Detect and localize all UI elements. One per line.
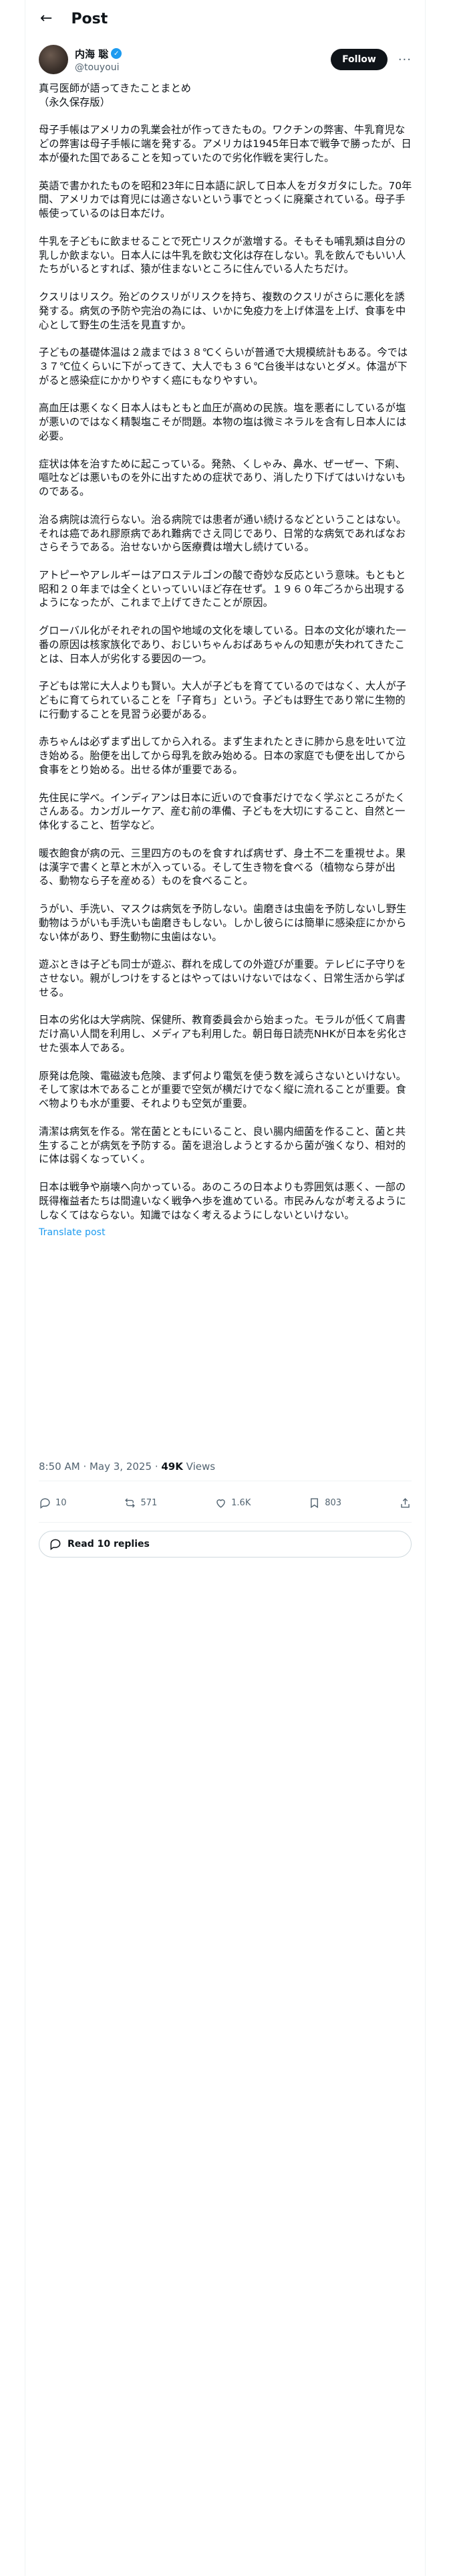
heart-icon bbox=[216, 1499, 225, 1508]
more-options-icon[interactable]: ··· bbox=[398, 53, 412, 67]
share-icon bbox=[401, 1497, 410, 1508]
post-paragraph: 日本は戦争や崩壊へ向かっている。あのころの日本よりも雰囲気は悪く、一部の既得権益… bbox=[39, 1180, 406, 1221]
reply-count: 10 bbox=[55, 1497, 67, 1508]
post-time[interactable]: 8:50 AM bbox=[39, 1461, 80, 1473]
divider bbox=[39, 1522, 412, 1523]
author-row: 内海 聡 ✓ @touyoui Follow ··· bbox=[39, 43, 412, 76]
verified-badge-icon: ✓ bbox=[111, 48, 122, 59]
post-paragraph: グローバル化がそれぞれの国や地域の文化を壊している。日本の文化が壊れた一番の原因… bbox=[39, 625, 406, 665]
page-title: Post bbox=[71, 10, 108, 27]
meta-separator: · bbox=[83, 1461, 90, 1473]
post-paragraph: 子どもの基礎体温は２歳までは３８℃くらいが普通で大規模統計もある。今では３７℃位… bbox=[39, 346, 408, 387]
back-arrow-icon[interactable]: ← bbox=[40, 11, 52, 26]
repost-icon bbox=[125, 1498, 136, 1507]
post-paragraph: 先住民に学べ。インディアンは日本に近いので食事だけでなく学ぶところがたくさんある… bbox=[39, 791, 406, 832]
post-date[interactable]: May 3, 2025 bbox=[90, 1461, 152, 1473]
post-paragraph: 症状は体を治すために起こっている。発熱、くしゃみ、鼻水、ぜーぜー、下痢、嘔吐など… bbox=[39, 457, 406, 498]
bookmark-button[interactable]: 803 bbox=[308, 1497, 341, 1509]
main-column: ← Post 内海 聡 ✓ @touyoui Follow ··· 真弓医師が語… bbox=[25, 0, 426, 2576]
post-paragraph: 清潔は病気を作る。常在菌とともにいること、良い腸内細菌を作ること、菌と共生するこ… bbox=[39, 1125, 406, 1166]
views-count: 49K bbox=[161, 1461, 183, 1473]
meta-separator: · bbox=[154, 1461, 162, 1473]
repost-count: 571 bbox=[140, 1497, 158, 1508]
action-bar: 10 571 1.6K 803 bbox=[39, 1488, 412, 1517]
post-paragraph: 高血圧は悪くなく日本人はもともと血圧が高めの民族。塩を悪者にしているが塩が悪いの… bbox=[39, 402, 407, 442]
read-replies-button[interactable]: Read 10 replies bbox=[39, 1531, 412, 1558]
author-display-name[interactable]: 内海 聡 ✓ bbox=[75, 47, 331, 61]
post-meta: 8:50 AM · May 3, 2025 · 49K Views bbox=[39, 1461, 215, 1473]
views-label: Views bbox=[186, 1461, 216, 1473]
post-paragraph: うがい、手洗い、マスクは病気を予防しない。歯磨きは虫歯を予防しないし野生動物はう… bbox=[39, 903, 407, 943]
post-paragraph: 遊ぶときは子ども同士が遊ぶ、群れを成しての外遊びが重要。テレビに子守りをさせない… bbox=[39, 958, 406, 998]
post-paragraph: 原発は危険、電磁波も危険、まず何より電気を使う数を減らさないといけない。そして家… bbox=[39, 1069, 407, 1110]
post-paragraph: 真弓医師が語ってきたことまとめ （永久保存版） bbox=[39, 82, 192, 108]
like-button[interactable]: 1.6K bbox=[214, 1497, 251, 1509]
post-text: 真弓医師が語ってきたことまとめ （永久保存版） 母子手帳はアメリカの乳業会社が作っ… bbox=[39, 82, 413, 1240]
author-name-text: 内海 聡 bbox=[75, 47, 109, 60]
post-paragraph: アトピーやアレルギーはアロステルゴンの酸で奇妙な反応という意味。もともと昭和２０… bbox=[39, 568, 406, 609]
post-paragraph: 治る病院は流行らない。治る病院では患者が通い続けるなどということはない。それは癌… bbox=[39, 513, 407, 554]
avatar[interactable] bbox=[39, 45, 68, 74]
page: ← Post 内海 聡 ✓ @touyoui Follow ··· 真弓医師が語… bbox=[0, 0, 451, 2576]
author-handle[interactable]: @touyoui bbox=[75, 62, 331, 73]
author-names: 内海 聡 ✓ @touyoui bbox=[75, 47, 331, 73]
like-count: 1.6K bbox=[231, 1497, 251, 1508]
post-paragraph: 子どもは常に大人よりも賢い。大人が子どもを育てているのではなく、大人が子どもに育… bbox=[39, 680, 407, 720]
read-replies-label: Read 10 replies bbox=[67, 1539, 150, 1549]
post-paragraph: 赤ちゃんは必ずまず出してから入れる。まず生まれたときに肺から息を吐いて泣き始める… bbox=[39, 736, 406, 776]
reply-icon bbox=[40, 1497, 50, 1509]
chat-bubble-icon bbox=[50, 1539, 61, 1550]
post-paragraph: クスリはリスク。殆どのクスリがリスクを持ち、複数のクスリがさらに悪化を誘発する。… bbox=[39, 290, 406, 331]
header-bar: ← Post bbox=[25, 0, 425, 37]
post-paragraph: 母子手帳はアメリカの乳業会社が作ってきたもの。ワクチンの弊害、牛乳育児などの弊害… bbox=[39, 124, 412, 164]
follow-button[interactable]: Follow bbox=[331, 49, 388, 70]
repost-button[interactable]: 571 bbox=[124, 1497, 157, 1509]
bookmark-icon bbox=[311, 1497, 319, 1508]
post-paragraph: 牛乳を子どもに飲ませることで死亡リスクが激増する。そもそも哺乳類は自分の乳しか飲… bbox=[39, 235, 406, 276]
translate-post-link[interactable]: Translate post bbox=[39, 1226, 106, 1240]
post-paragraph: 英語で書かれたものを昭和23年に日本語に訳して日本人をガタガタにした。70年間、… bbox=[39, 179, 412, 220]
reply-button[interactable]: 10 bbox=[39, 1497, 67, 1509]
post-paragraph: 暖衣飽食が病の元、三里四方のものを食すれば病せず、身土不二を重視せよ。果は漢字で… bbox=[39, 847, 406, 887]
post-paragraph: 日本の劣化は大学病院、保健所、教育委員会から始まった。モラルが低くて肩書だけ高い… bbox=[39, 1014, 408, 1054]
bookmark-count: 803 bbox=[325, 1497, 342, 1508]
share-button[interactable] bbox=[399, 1497, 412, 1509]
